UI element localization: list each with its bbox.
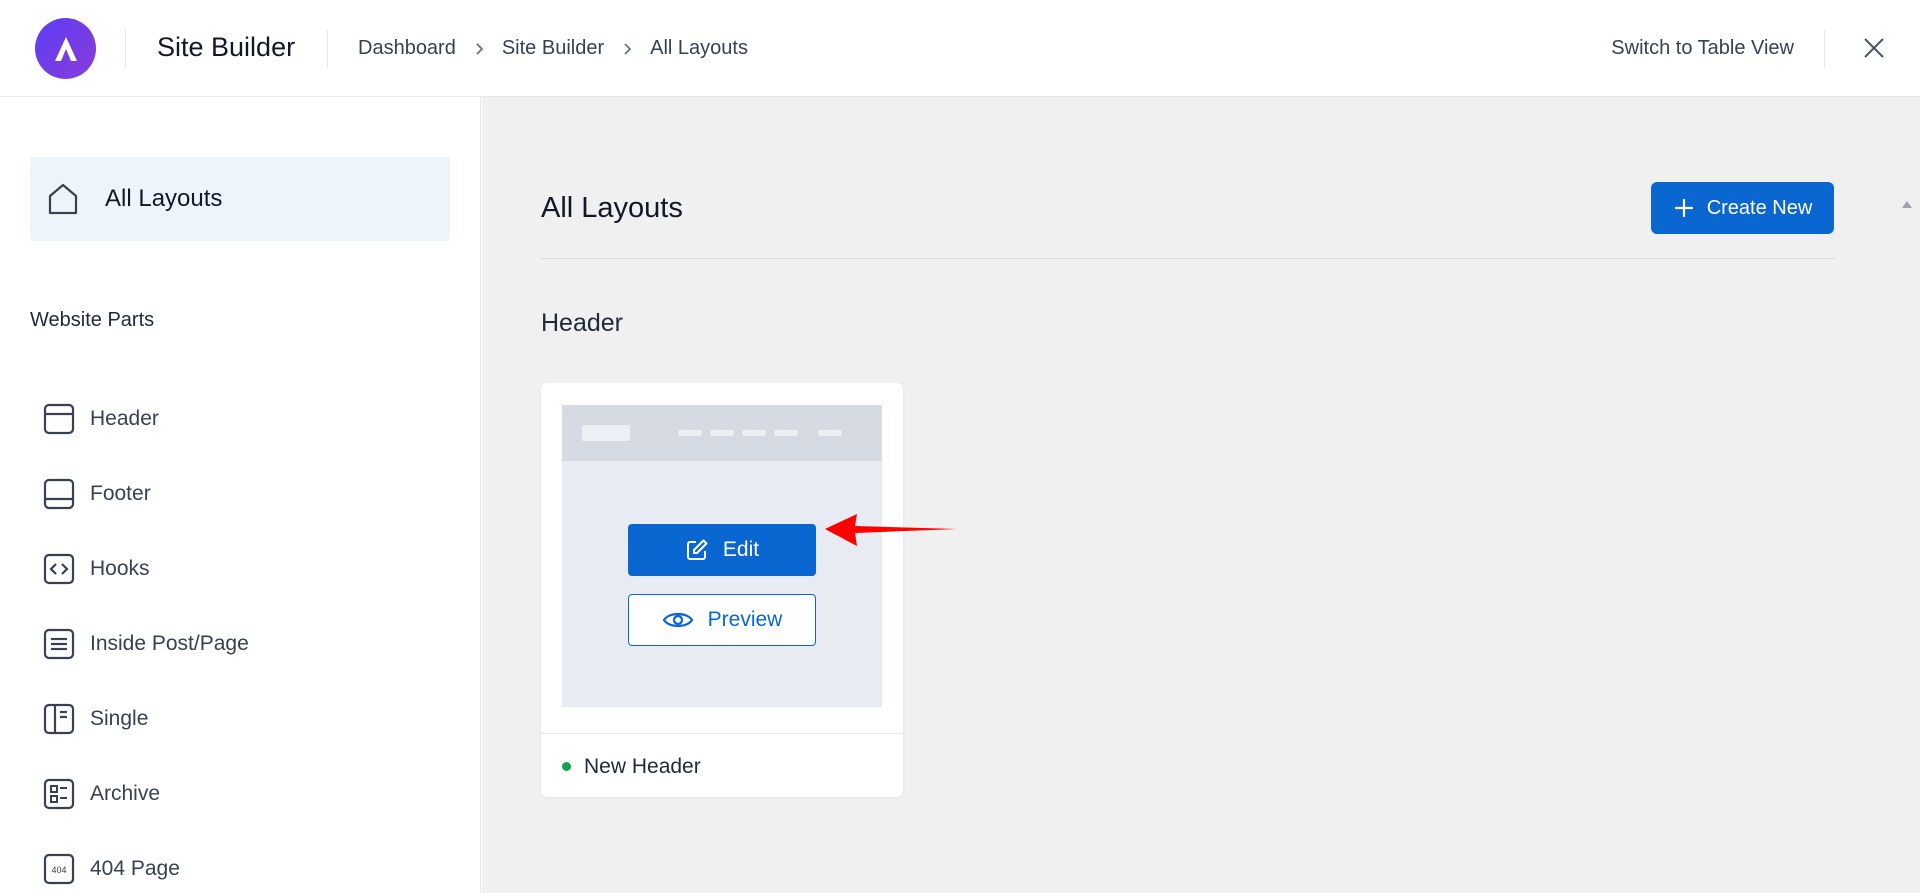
thumbnail-menu-placeholder — [710, 430, 734, 436]
header-layout-icon — [42, 402, 76, 436]
layout-card: Edit Preview New Header — [541, 383, 903, 797]
edit-button[interactable]: Edit — [628, 524, 816, 576]
edit-label: Edit — [722, 538, 760, 561]
sidebar-item-label: All Layouts — [105, 185, 223, 212]
main-content: All Layouts Create New Header Edit Previ… — [482, 97, 1920, 893]
sidebar-item-label: Header — [90, 407, 159, 430]
footer-layout-icon — [42, 477, 76, 511]
close-button[interactable] — [1858, 32, 1890, 64]
sidebar-item-header[interactable]: Header — [42, 401, 442, 437]
thumbnail-header-bar — [562, 405, 882, 461]
preview-button[interactable]: Preview — [628, 594, 816, 646]
sidebar-item-footer[interactable]: Footer — [42, 476, 442, 512]
thumbnail-menu-placeholder — [742, 430, 766, 436]
divider — [1824, 30, 1825, 68]
preview-label: Preview — [707, 608, 783, 631]
app-title: Site Builder — [157, 32, 296, 62]
sidebar-item-label: Hooks — [90, 557, 150, 580]
section-title-website-parts: Website Parts — [30, 309, 155, 331]
single-layout-icon — [42, 702, 76, 736]
text-lines-icon — [42, 627, 76, 661]
thumbnail-menu-placeholder — [818, 430, 842, 436]
status-dot — [562, 762, 571, 771]
error-404-icon: 404 — [42, 852, 76, 886]
create-new-label: Create New — [1706, 196, 1813, 219]
switch-to-table-view-link[interactable]: Switch to Table View — [1611, 37, 1794, 60]
thumbnail-menu-placeholder — [774, 430, 798, 436]
sidebar-item-label: 404 Page — [90, 857, 180, 880]
group-title-header: Header — [541, 309, 623, 337]
sidebar-item-hooks[interactable]: Hooks — [42, 551, 442, 587]
breadcrumb-dashboard[interactable]: Dashboard — [358, 37, 456, 60]
archive-grid-icon — [42, 777, 76, 811]
page-title: All Layouts — [541, 192, 683, 224]
divider — [541, 258, 1834, 259]
sidebar-item-label: Footer — [90, 482, 151, 505]
home-icon — [46, 182, 80, 221]
scroll-up-arrow[interactable] — [1902, 201, 1912, 208]
edit-pencil-icon — [685, 538, 709, 562]
sidebar-item-label: Inside Post/Page — [90, 632, 249, 655]
create-new-button[interactable]: Create New — [1651, 182, 1834, 234]
annotation-arrow-icon — [825, 514, 957, 546]
divider — [125, 30, 126, 68]
code-brackets-icon — [42, 552, 76, 586]
breadcrumb: Dashboard Site Builder All Layouts — [358, 37, 748, 60]
layout-name[interactable]: New Header — [584, 755, 701, 779]
logo-mark-icon — [54, 36, 77, 61]
sidebar: All Layouts Website Parts Header Footer … — [0, 97, 481, 893]
sidebar-item-single[interactable]: Single — [42, 701, 442, 737]
divider — [327, 30, 328, 68]
sidebar-item-all-layouts[interactable]: All Layouts — [30, 157, 450, 241]
svg-text:404: 404 — [51, 865, 66, 875]
thumbnail-logo-placeholder — [582, 425, 630, 441]
close-icon — [1864, 38, 1884, 58]
astra-logo[interactable] — [35, 18, 96, 79]
sidebar-item-404-page[interactable]: 404 404 Page — [42, 851, 442, 887]
layout-thumbnail: Edit Preview — [562, 405, 882, 707]
sidebar-item-label: Single — [90, 707, 149, 730]
divider — [541, 733, 903, 734]
top-bar: Site Builder Dashboard Site Builder All … — [0, 0, 1920, 97]
breadcrumb-all-layouts: All Layouts — [650, 37, 748, 59]
chevron-right-icon — [622, 42, 632, 56]
breadcrumb-site-builder[interactable]: Site Builder — [502, 37, 604, 60]
sidebar-item-archive[interactable]: Archive — [42, 776, 442, 812]
sidebar-item-inside-post-page[interactable]: Inside Post/Page — [42, 626, 442, 662]
plus-icon — [1673, 197, 1695, 219]
thumbnail-menu-placeholder — [678, 430, 702, 436]
chevron-right-icon — [474, 42, 484, 56]
eye-icon — [662, 609, 694, 631]
sidebar-item-label: Archive — [90, 782, 161, 805]
